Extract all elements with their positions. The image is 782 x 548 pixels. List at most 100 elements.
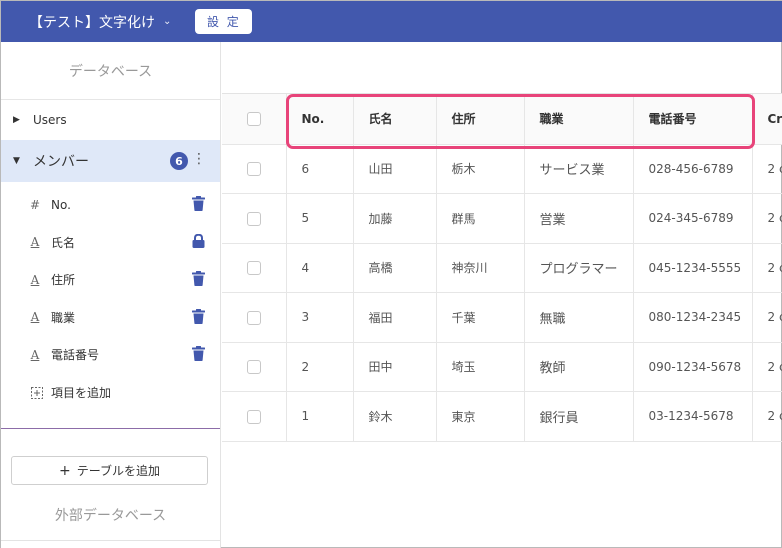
row-checkbox[interactable]	[246, 211, 261, 226]
cell-phone[interactable]: 024-345-6789	[633, 193, 753, 244]
external-database-heading: 外部データベース	[54, 507, 167, 524]
field-item-job[interactable]: A 職業	[1, 299, 220, 337]
cell-job[interactable]: プログラマー	[524, 243, 634, 293]
cell-name[interactable]: 加藤	[353, 193, 437, 244]
row-checkbox[interactable]	[246, 310, 261, 325]
sidebar-item-users[interactable]: ▶ Users	[1, 100, 220, 140]
database-title: 【テスト】文字化け	[29, 14, 155, 31]
number-type-icon: #	[29, 197, 41, 212]
cell-address[interactable]: 神奈川	[436, 243, 525, 293]
add-field-label: 項目を追加	[51, 386, 112, 400]
cell-no[interactable]: 6	[286, 144, 354, 194]
cell-phone[interactable]: 045-1234-5555	[633, 243, 753, 293]
trash-icon[interactable]	[192, 346, 206, 362]
cell-no[interactable]: 4	[286, 243, 354, 293]
table-row[interactable]: 5 加藤 群馬 営業 024-345-6789 2 c	[222, 193, 782, 244]
cell-address[interactable]: 埼玉	[436, 342, 525, 392]
row-checkbox[interactable]	[246, 409, 261, 424]
field-item-no[interactable]: # No.	[1, 186, 220, 224]
cell-job[interactable]: 銀行員	[524, 391, 634, 442]
cell-job[interactable]: 教師	[524, 342, 634, 392]
cell-no[interactable]: 2	[286, 342, 354, 392]
row-select-cell	[222, 243, 287, 293]
text-type-icon: A	[30, 310, 40, 325]
sidebar-item-label: メンバー	[33, 154, 89, 170]
cell-created[interactable]: 2 c	[752, 144, 782, 194]
cell-phone[interactable]: 03-1234-5678	[633, 391, 753, 442]
row-checkbox[interactable]	[246, 261, 261, 275]
text-type-icon: A	[30, 347, 40, 362]
top-bar: 【テスト】文字化け ⌄ 設 定	[1, 1, 782, 42]
table-row[interactable]: 6 山田 栃木 サービス業 028-456-6789 2 c	[222, 144, 782, 194]
select-all-checkbox[interactable]	[246, 112, 261, 126]
cell-name[interactable]: 鈴木	[353, 391, 437, 442]
add-table-button[interactable]: + テーブルを追加	[11, 456, 208, 485]
trash-icon[interactable]	[192, 196, 206, 212]
text-type-icon: A	[30, 272, 40, 287]
trash-icon[interactable]	[192, 308, 206, 325]
cell-no[interactable]: 3	[286, 292, 354, 343]
cell-job[interactable]: 営業	[524, 193, 634, 244]
more-options-icon[interactable]: ⋮	[192, 151, 206, 167]
sidebar-divider	[1, 428, 220, 429]
cell-phone[interactable]: 080-1234-2345	[633, 292, 753, 343]
cell-name[interactable]: 福田	[353, 292, 437, 343]
cell-job[interactable]: サービス業	[524, 144, 634, 194]
column-header-no[interactable]: No.	[286, 94, 354, 145]
field-label: 職業	[51, 310, 76, 325]
column-header-job[interactable]: 職業	[524, 94, 634, 145]
cell-job[interactable]: 無職	[524, 292, 634, 343]
cell-created[interactable]: 2 c	[752, 193, 782, 244]
cell-no[interactable]: 1	[286, 391, 354, 442]
caret-right-icon: ▶	[13, 115, 20, 125]
add-field-icon	[31, 386, 43, 399]
cell-created[interactable]: 2 c	[752, 342, 782, 392]
settings-button[interactable]: 設 定	[195, 9, 253, 34]
database-heading: データベース	[1, 42, 220, 100]
field-list: # No. A 氏名 A 住所 A 職業 A 電話番号 項目を追加	[1, 182, 220, 412]
column-header-address[interactable]: 住所	[436, 94, 525, 145]
field-item-address[interactable]: A 住所	[1, 261, 220, 299]
cell-address[interactable]: 千葉	[436, 292, 525, 343]
table-row[interactable]: 1 鈴木 東京 銀行員 03-1234-5678 2 c	[222, 391, 782, 442]
cell-phone[interactable]: 090-1234-5678	[633, 342, 753, 392]
cell-address[interactable]: 群馬	[436, 193, 525, 244]
column-header-name[interactable]: 氏名	[353, 94, 437, 145]
table-header-row: No. 氏名 住所 職業 電話番号 Cr	[222, 94, 782, 145]
field-item-name[interactable]: A 氏名	[1, 224, 220, 262]
records-table: No. 氏名 住所 職業 電話番号 Cr 6 山田 栃木 サービス業 028-4…	[222, 94, 782, 442]
database-selector[interactable]: 【テスト】文字化け ⌄	[29, 12, 171, 32]
add-table-label: テーブルを追加	[76, 464, 160, 478]
cell-name[interactable]: 高橋	[353, 243, 437, 293]
cell-created[interactable]: 2 c	[752, 292, 782, 343]
row-checkbox[interactable]	[246, 360, 261, 374]
row-select-cell	[222, 342, 287, 392]
lock-icon	[192, 233, 206, 250]
column-header-phone[interactable]: 電話番号	[633, 94, 753, 145]
add-field-button[interactable]: 項目を追加	[1, 374, 220, 412]
cell-name[interactable]: 山田	[353, 144, 437, 194]
cell-address[interactable]: 栃木	[436, 144, 525, 194]
row-checkbox[interactable]	[246, 162, 261, 176]
table-row[interactable]: 2 田中 埼玉 教師 090-1234-5678 2 c	[222, 342, 782, 392]
cell-no[interactable]: 5	[286, 193, 354, 244]
field-label: 氏名	[51, 235, 76, 250]
row-select-cell	[222, 144, 287, 194]
plus-icon: +	[58, 462, 71, 479]
cell-phone[interactable]: 028-456-6789	[633, 144, 753, 194]
row-select-cell	[222, 193, 287, 244]
sidebar-item-members[interactable]: ▼ メンバー 6 ⋮	[1, 140, 220, 182]
cell-created[interactable]: 2 c	[752, 391, 782, 442]
cell-created[interactable]: 2 c	[752, 243, 782, 293]
select-all-cell	[222, 94, 287, 145]
table-row[interactable]: 3 福田 千葉 無職 080-1234-2345 2 c	[222, 292, 782, 343]
sidebar-bottom-divider	[1, 540, 220, 541]
cell-address[interactable]: 東京	[436, 391, 525, 442]
field-label: No.	[51, 197, 71, 212]
trash-icon[interactable]	[192, 271, 206, 287]
table-row[interactable]: 4 高橋 神奈川 プログラマー 045-1234-5555 2 c	[222, 243, 782, 293]
cell-name[interactable]: 田中	[353, 342, 437, 392]
sidebar-item-label: Users	[33, 113, 67, 127]
field-item-phone[interactable]: A 電話番号	[1, 336, 220, 374]
column-header-created[interactable]: Cr	[752, 94, 782, 145]
